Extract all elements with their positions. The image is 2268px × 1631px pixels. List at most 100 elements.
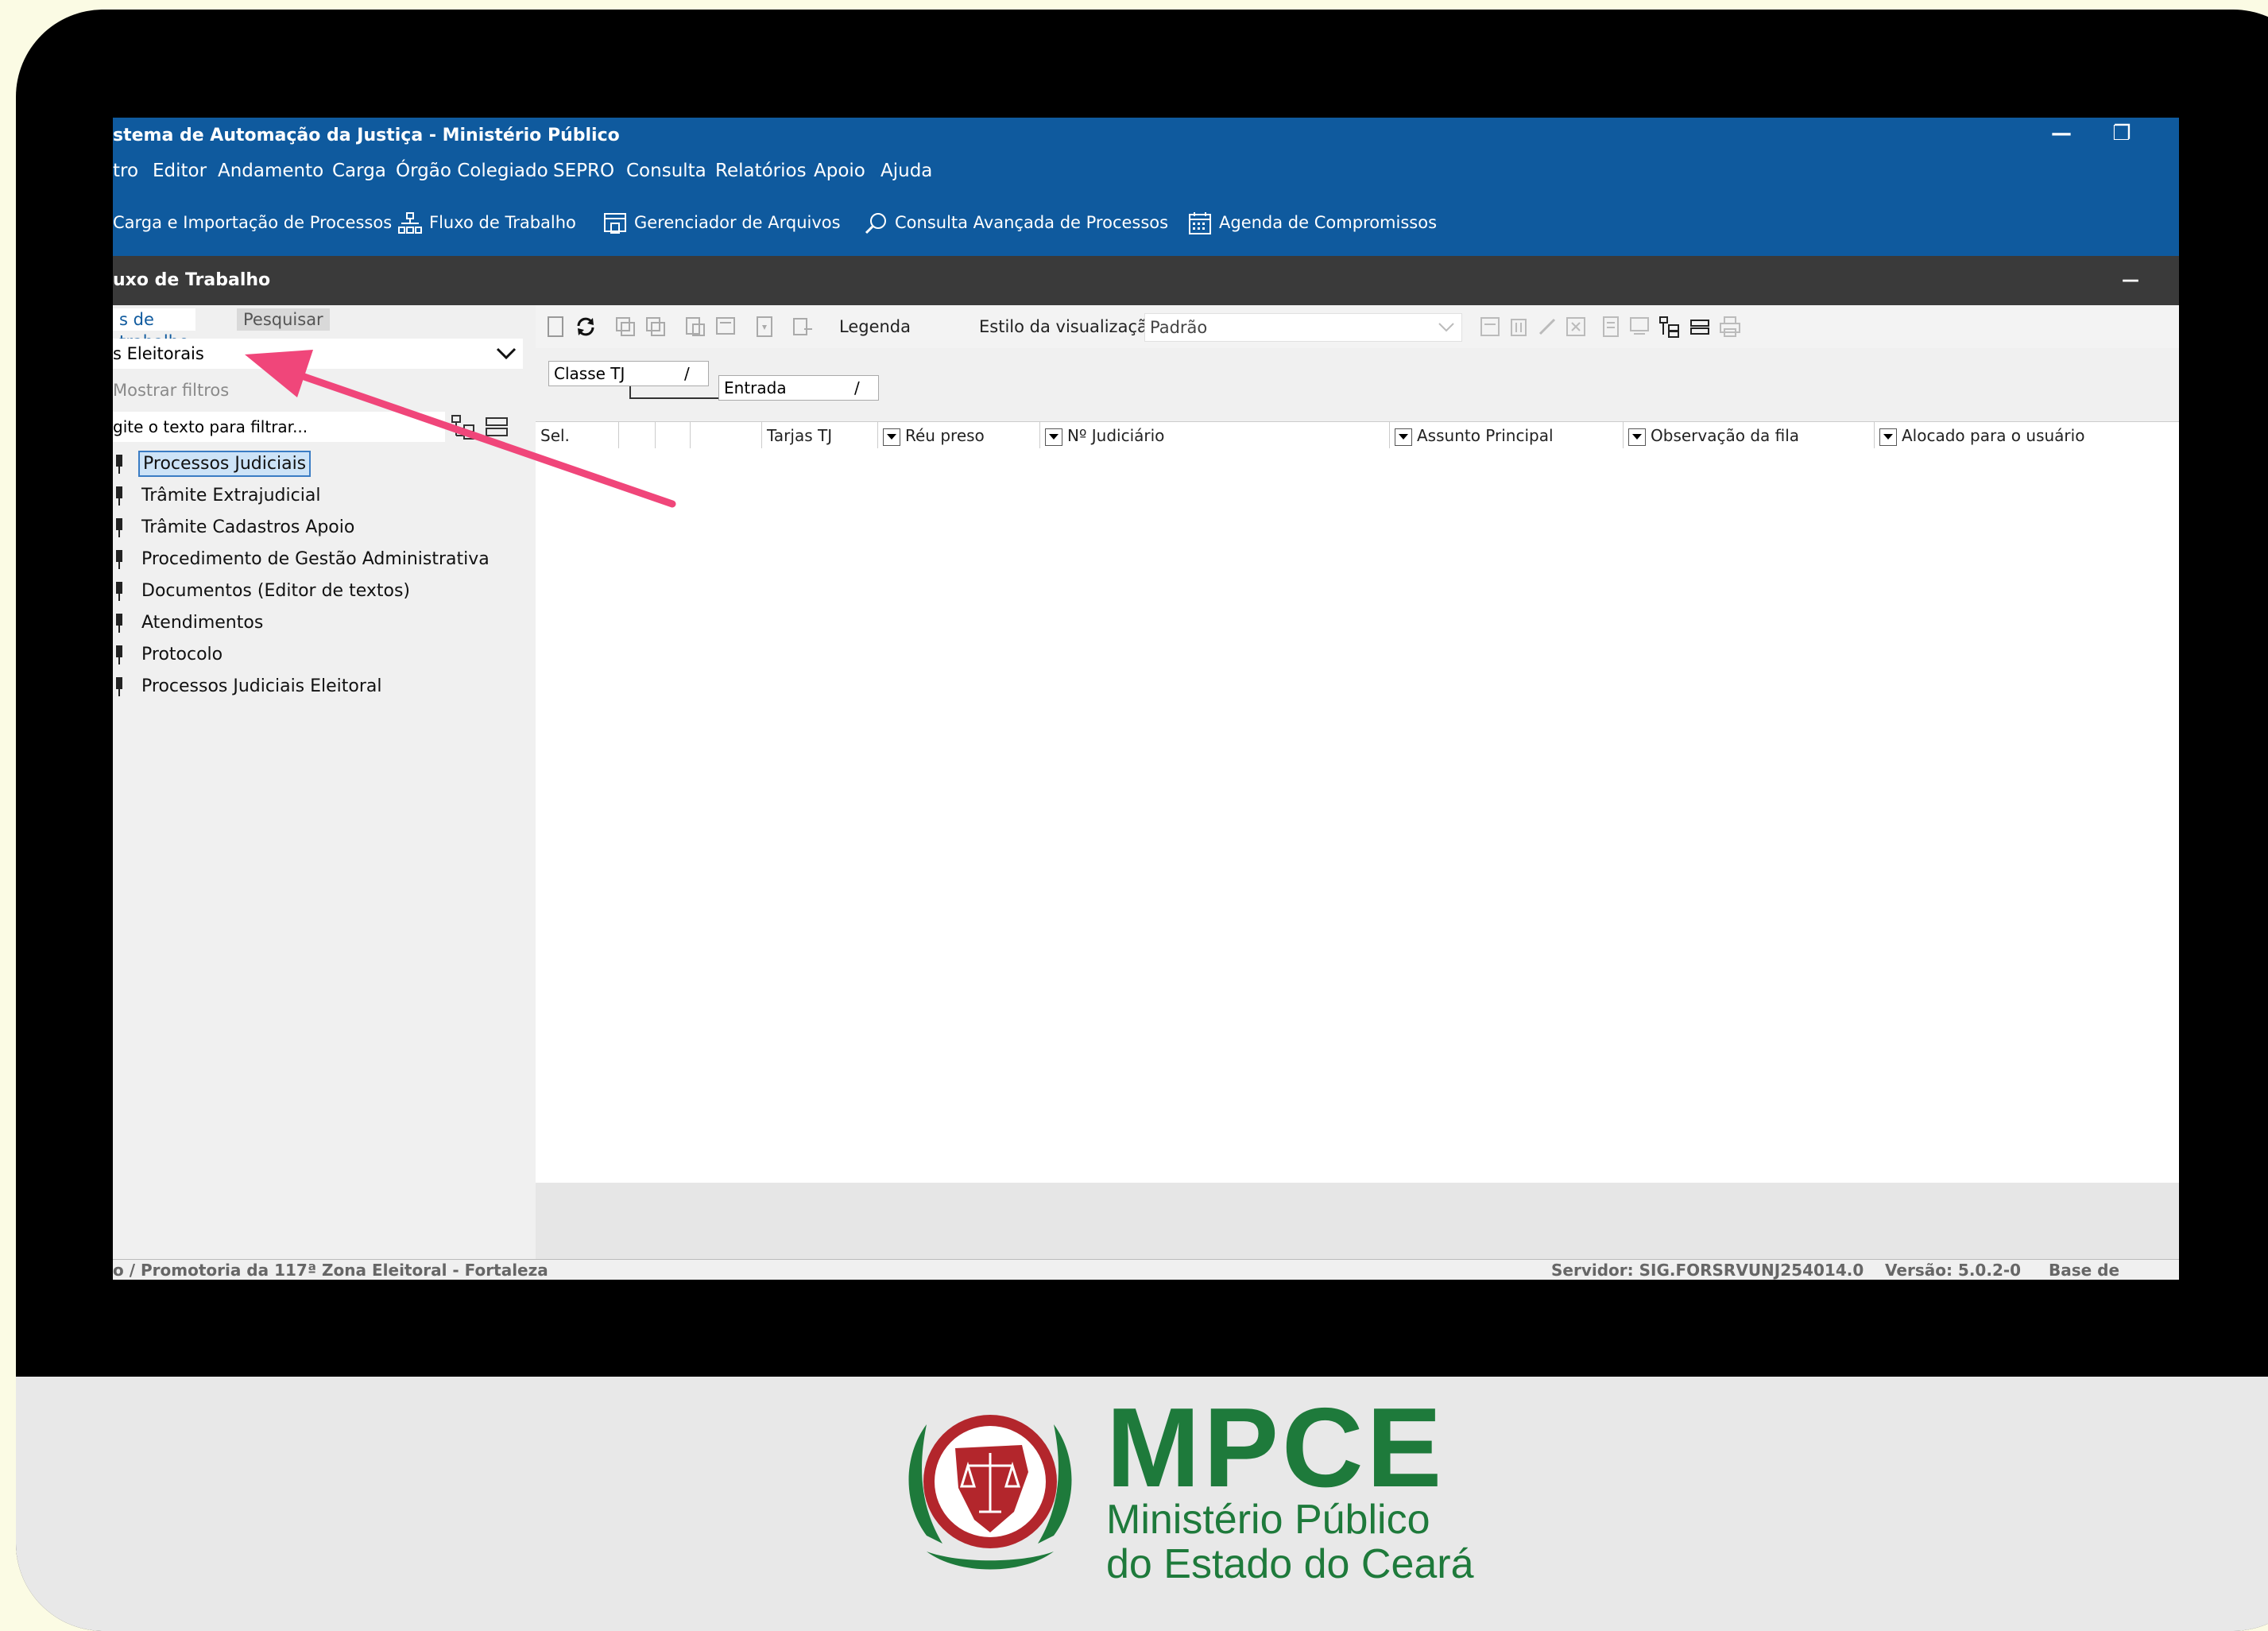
menu-apoio[interactable]: Apoio <box>814 154 865 188</box>
col-reu-preso[interactable]: Réu preso <box>877 422 1029 449</box>
menu-sepro[interactable]: SEPRO <box>553 154 614 188</box>
col-alocado-usuario[interactable]: Alocado para o usuário <box>1874 422 2179 449</box>
col-numero-judiciario[interactable]: Nº Judiciário <box>1039 422 1387 449</box>
excel-icon[interactable] <box>1564 315 1588 339</box>
list-document-icon[interactable] <box>1599 315 1623 339</box>
tab-fluxos-trabalho[interactable]: s de trabalho <box>113 308 195 351</box>
magnifier-icon <box>865 213 886 234</box>
tree-item-procedimento-gestao[interactable]: Procedimento de Gestão Administrativa <box>113 544 526 575</box>
refresh-icon[interactable] <box>574 315 598 339</box>
col-blank-3[interactable] <box>690 422 724 449</box>
group-tag-classe-tj[interactable]: Classe TJ / <box>548 361 709 386</box>
move-document-icon[interactable] <box>753 315 777 339</box>
tree-item-label: Documentos (Editor de textos) <box>141 581 410 601</box>
section-title: uxo de Trabalho <box>113 270 271 290</box>
tree-item-atendimentos[interactable]: Atendimentos <box>113 607 526 639</box>
save-icon[interactable] <box>1478 315 1502 339</box>
right-panel: Legenda Estilo da visualização Padrão Cl… <box>536 305 2179 1259</box>
col-sel[interactable]: Sel. <box>536 422 617 449</box>
group-connector <box>629 397 718 399</box>
col-blank-1[interactable] <box>618 422 652 449</box>
filter-dropdown-icon[interactable] <box>1045 428 1062 446</box>
estilo-select-value: Padrão <box>1150 318 1208 337</box>
menu-editor[interactable]: Editor <box>153 154 207 188</box>
col-reu-preso-label: Réu preso <box>905 426 985 445</box>
expand-all-icon[interactable] <box>1658 315 1682 339</box>
expand-tree-icon[interactable] <box>450 413 477 440</box>
filter-dropdown-icon[interactable] <box>883 428 900 446</box>
gerenciador-arquivos-button[interactable]: Gerenciador de Arquivos <box>602 208 841 237</box>
brand-line-2: do Estado do Ceará <box>1106 1541 1474 1587</box>
menu-cadastro[interactable]: tro <box>113 154 138 188</box>
tab-pesquisar[interactable]: Pesquisar <box>237 308 330 331</box>
menu-carga[interactable]: Carga <box>332 154 386 188</box>
status-version: Versão: 5.0.2-0 <box>1885 1261 2022 1280</box>
chevron-down-icon <box>1438 323 1454 332</box>
menu-consulta[interactable]: Consulta <box>626 154 706 188</box>
window-title: stema de Automação da Justiça - Ministér… <box>113 126 620 145</box>
tree-item-documentos[interactable]: Documentos (Editor de textos) <box>113 575 526 607</box>
agenda-compromissos-label: Agenda de Compromissos <box>1219 213 1438 232</box>
tree-item-tramite-extrajudicial[interactable]: Trâmite Extrajudicial <box>113 480 526 512</box>
minimize-button[interactable]: — <box>2045 118 2077 154</box>
brand-acronym: MPCE <box>1106 1385 1446 1511</box>
collapse-section-button[interactable]: — <box>2122 256 2139 305</box>
menu-ajuda[interactable]: Ajuda <box>880 154 932 188</box>
export-icon[interactable] <box>790 315 814 339</box>
tree-item-label: Atendimentos <box>141 613 264 633</box>
collapse-all-icon[interactable] <box>1688 315 1712 339</box>
consulta-avancada-button[interactable]: Consulta Avançada de Processos <box>863 208 1168 237</box>
col-observacao-fila[interactable]: Observação da fila <box>1623 422 1867 449</box>
filter-dropdown-icon[interactable] <box>1395 428 1412 446</box>
show-filters-link[interactable]: Mostrar filtros <box>113 377 229 404</box>
copy-icon[interactable] <box>644 315 668 339</box>
collapse-tree-icon[interactable] <box>483 413 510 440</box>
restore-button[interactable]: ❐ <box>2106 118 2138 154</box>
sort-indicator: / <box>684 364 690 383</box>
group-tag-label: Classe TJ <box>554 364 625 383</box>
main-toolbar: Carga e Importação de Processos Fluxo de… <box>113 188 2179 256</box>
tree-item-label: Trâmite Cadastros Apoio <box>141 517 355 537</box>
status-server: Servidor: SIG.FORSRVUNJ254014.0 <box>1551 1261 1864 1280</box>
agenda-compromissos-button[interactable]: Agenda de Compromissos <box>1187 208 1437 237</box>
form-icon[interactable] <box>1627 315 1651 339</box>
consulta-avancada-label: Consulta Avançada de Processos <box>895 213 1169 232</box>
status-bar: o / Promotoria da 117ª Zona Eleitoral - … <box>113 1259 2179 1280</box>
grid-body[interactable] <box>536 448 2179 1183</box>
filter-input[interactable]: gite o texto para filtrar... <box>113 412 445 442</box>
filter-dropdown-icon[interactable] <box>1628 428 1646 446</box>
trash-icon[interactable] <box>1507 315 1531 339</box>
col-blank-2[interactable] <box>655 422 689 449</box>
group-tag-entrada[interactable]: Entrada / <box>718 375 879 401</box>
mpce-brand: MPCE Ministério Público do Estado do Cea… <box>1106 1385 1474 1587</box>
menu-andamento[interactable]: Andamento <box>218 154 323 188</box>
fluxo-trabalho-button[interactable]: Fluxo de Trabalho <box>397 208 576 237</box>
tree-node-icon <box>116 645 122 664</box>
gerenciador-arquivos-label: Gerenciador de Arquivos <box>634 213 841 232</box>
tree-item-protocolo[interactable]: Protocolo <box>113 639 526 671</box>
legenda-button[interactable]: Legenda <box>839 315 911 339</box>
fila-tree: Processos Judiciais Trâmite Extrajudicia… <box>113 448 526 703</box>
group-tag-label: Entrada <box>724 378 787 397</box>
edit-icon[interactable] <box>1535 315 1559 339</box>
mpce-logo <box>908 1415 1072 1570</box>
tree-item-tramite-cadastros-apoio[interactable]: Trâmite Cadastros Apoio <box>113 512 526 544</box>
menu-orgao-colegiado[interactable]: Órgão Colegiado <box>396 154 548 188</box>
carga-importacao-button[interactable]: Carga e Importação de Processos <box>113 208 392 237</box>
copy-check-icon[interactable] <box>613 315 637 339</box>
col-assunto-principal[interactable]: Assunto Principal <box>1389 422 1617 449</box>
print-icon[interactable] <box>1718 315 1742 339</box>
menu-relatorios[interactable]: Relatórios <box>715 154 807 188</box>
tree-item-processos-judiciais-eleitoral[interactable]: Processos Judiciais Eleitoral <box>113 671 526 703</box>
paste-icon[interactable] <box>683 315 707 339</box>
fila-dropdown[interactable]: s Eleitorais <box>113 339 523 369</box>
tree-item-processos-judiciais[interactable]: Processos Judiciais <box>113 448 526 480</box>
print-preview-icon[interactable] <box>714 315 737 339</box>
new-document-icon[interactable] <box>544 315 567 339</box>
filter-dropdown-icon[interactable] <box>1879 428 1897 446</box>
sort-indicator: / <box>854 378 860 397</box>
col-numero-judiciario-label: Nº Judiciário <box>1067 426 1165 445</box>
col-tarjas-tj[interactable]: Tarjas TJ <box>761 422 878 449</box>
menu-bar: tro Editor Andamento Carga Órgão Colegia… <box>113 154 2179 188</box>
estilo-select[interactable]: Padrão <box>1144 313 1462 342</box>
